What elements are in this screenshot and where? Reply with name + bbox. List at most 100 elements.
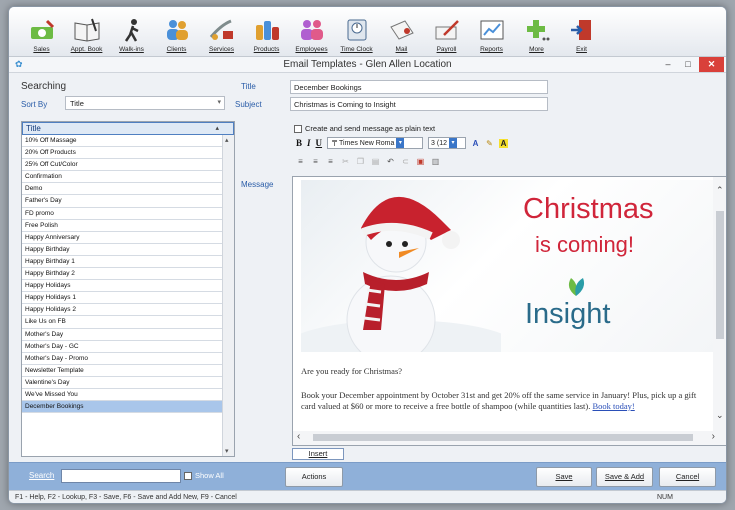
minimize-button[interactable]: –: [658, 57, 678, 72]
message-paragraph-2: Book your December appointment by Octobe…: [301, 390, 711, 412]
list-item[interactable]: 10% Off Massage: [22, 135, 222, 148]
plain-text-label: Create and send message as plain text: [305, 124, 436, 133]
align-center-icon[interactable]: ≡: [311, 157, 320, 166]
plain-text-option[interactable]: Create and send message as plain text: [294, 124, 435, 133]
scroll-down-icon[interactable]: ▾: [225, 447, 229, 455]
close-button[interactable]: ✕: [699, 57, 724, 72]
save-and-add-button[interactable]: Save & Add: [596, 467, 653, 487]
list-item[interactable]: Mother's Day - GC: [22, 341, 222, 353]
scroll-up-icon[interactable]: ⌃: [716, 185, 724, 196]
cut-icon[interactable]: ✂: [341, 157, 350, 166]
list-item[interactable]: Valentine's Day: [22, 377, 222, 389]
toolbar-label: Exit: [576, 46, 587, 53]
toolbar-label: Reports: [480, 46, 503, 53]
toolbar-services-button[interactable]: Services: [199, 7, 244, 57]
italic-button[interactable]: I: [307, 138, 311, 148]
employees-icon: [300, 20, 323, 40]
toolbar-appt-book-button[interactable]: Appt. Book: [64, 7, 109, 57]
toolbar-clients-button[interactable]: Clients: [154, 7, 199, 57]
toolbar-mail-button[interactable]: Mail: [379, 7, 424, 57]
toolbar-payroll-button[interactable]: Payroll: [424, 7, 469, 57]
scroll-left-icon[interactable]: ‹: [297, 431, 300, 442]
list-item[interactable]: Happy Holidays 2: [22, 304, 222, 317]
align-left-icon[interactable]: ≡: [296, 157, 305, 166]
list-item[interactable]: Happy Holidays 1: [22, 292, 222, 305]
list-item[interactable]: FD promo: [22, 208, 222, 220]
list-item[interactable]: Mother's Day: [22, 329, 222, 341]
list-item[interactable]: 20% Off Products: [22, 147, 222, 160]
list-item[interactable]: Free Polish: [22, 220, 222, 232]
list-item[interactable]: December Bookings: [22, 401, 222, 414]
book-today-link[interactable]: Book today!: [593, 401, 635, 411]
services-icon: [209, 19, 233, 40]
insert-image-icon[interactable]: ▣: [416, 157, 425, 166]
paste-icon[interactable]: ▤: [371, 157, 380, 166]
save-button[interactable]: Save: [536, 467, 592, 487]
scroll-right-icon[interactable]: ›: [712, 431, 715, 442]
list-scrollbar[interactable]: ▴ ▾: [222, 135, 234, 456]
editor-horizontal-scrollbar[interactable]: ‹ ›: [293, 431, 726, 445]
show-all-label: Show All: [195, 471, 224, 480]
insert-button[interactable]: Insert: [292, 448, 344, 460]
toolbar-employees-button[interactable]: Employees: [289, 7, 334, 57]
list-item[interactable]: Happy Birthday: [22, 244, 222, 256]
message-editor[interactable]: Christmas is coming! Insight Are you rea…: [292, 176, 726, 446]
message-paragraph-1: Are you ready for Christmas?: [301, 366, 403, 376]
list-item[interactable]: Happy Holidays: [22, 280, 222, 293]
toolbar-label: More: [529, 46, 544, 53]
list-item[interactable]: Happy Anniversary: [22, 232, 222, 244]
align-right-icon[interactable]: ≡: [326, 157, 335, 166]
undo-icon[interactable]: ↶: [386, 157, 395, 166]
actions-button[interactable]: Actions: [285, 467, 343, 487]
toolbar-label: Time Clock: [340, 46, 373, 53]
list-column-header[interactable]: Title ▴: [22, 122, 234, 135]
list-item[interactable]: Happy Birthday 2: [22, 268, 222, 281]
sort-ascending-icon: ▴: [215, 125, 219, 132]
sort-by-select[interactable]: Title ▾: [65, 96, 225, 110]
insight-leaf-logo-icon: [568, 278, 585, 296]
toolbar-sales-button[interactable]: Sales: [19, 7, 64, 57]
show-all-option[interactable]: Show All: [184, 471, 224, 480]
copy-icon[interactable]: ❐: [356, 157, 365, 166]
highlight-pen-icon[interactable]: ✎: [485, 139, 494, 148]
template-list[interactable]: Title ▴ 10% Off Massage 20% Off Products 2…: [21, 121, 235, 457]
format-toolbar-row1: B I U ₸ Times New Roma ▾ 3 (12 ▾ A ✎ A: [296, 137, 509, 149]
scroll-down-icon[interactable]: ⌄: [716, 410, 724, 421]
scroll-up-icon[interactable]: ▴: [225, 136, 229, 144]
list-item[interactable]: We've Missed You: [22, 389, 222, 402]
search-input[interactable]: [61, 469, 181, 483]
bottom-action-bar: Search Show All Actions Save Save & Add …: [9, 462, 726, 490]
title-field[interactable]: December Bookings: [290, 80, 548, 94]
toolbar-more-button[interactable]: More: [514, 7, 559, 57]
image-properties-icon[interactable]: ▥: [431, 157, 440, 166]
font-color-icon[interactable]: A: [471, 139, 480, 148]
list-item[interactable]: Confirmation: [22, 171, 222, 184]
list-item[interactable]: Father's Day: [22, 195, 222, 208]
toolbar-products-button[interactable]: Products: [244, 7, 289, 57]
subject-field[interactable]: Christmas is Coming to Insight: [290, 97, 548, 111]
snowman-image: [301, 196, 501, 352]
toolbar-exit-button[interactable]: Exit: [559, 7, 604, 57]
toolbar-walk-ins-button[interactable]: Walk-ins: [109, 7, 154, 57]
highlight-color-icon[interactable]: A: [499, 138, 509, 148]
list-item[interactable]: Newsletter Template: [22, 365, 222, 377]
font-family-select[interactable]: ₸ Times New Roma ▾: [327, 137, 424, 149]
scrollbar-thumb[interactable]: [313, 434, 693, 441]
font-size-select[interactable]: 3 (12 ▾: [428, 137, 467, 149]
list-item[interactable]: Demo: [22, 183, 222, 196]
editor-vertical-scrollbar[interactable]: ⌃ ⌄: [713, 177, 726, 433]
show-all-checkbox[interactable]: [184, 471, 192, 480]
list-item[interactable]: Happy Birthday 1: [22, 256, 222, 269]
bold-button[interactable]: B: [296, 138, 302, 148]
list-item[interactable]: 25% Off Cut/Color: [22, 159, 222, 172]
scrollbar-thumb[interactable]: [716, 211, 724, 339]
underline-button[interactable]: U: [316, 138, 323, 148]
cancel-button[interactable]: Cancel: [659, 467, 716, 487]
plain-text-checkbox[interactable]: [294, 124, 302, 133]
toolbar-time-clock-button[interactable]: Time Clock: [334, 7, 379, 57]
toolbar-reports-button[interactable]: Reports: [469, 7, 514, 57]
list-item[interactable]: Like Us on FB: [22, 316, 222, 329]
list-item[interactable]: Mother's Day - Promo: [22, 353, 222, 365]
link-icon[interactable]: ⊂: [401, 157, 410, 166]
maximize-button[interactable]: □: [678, 57, 698, 72]
